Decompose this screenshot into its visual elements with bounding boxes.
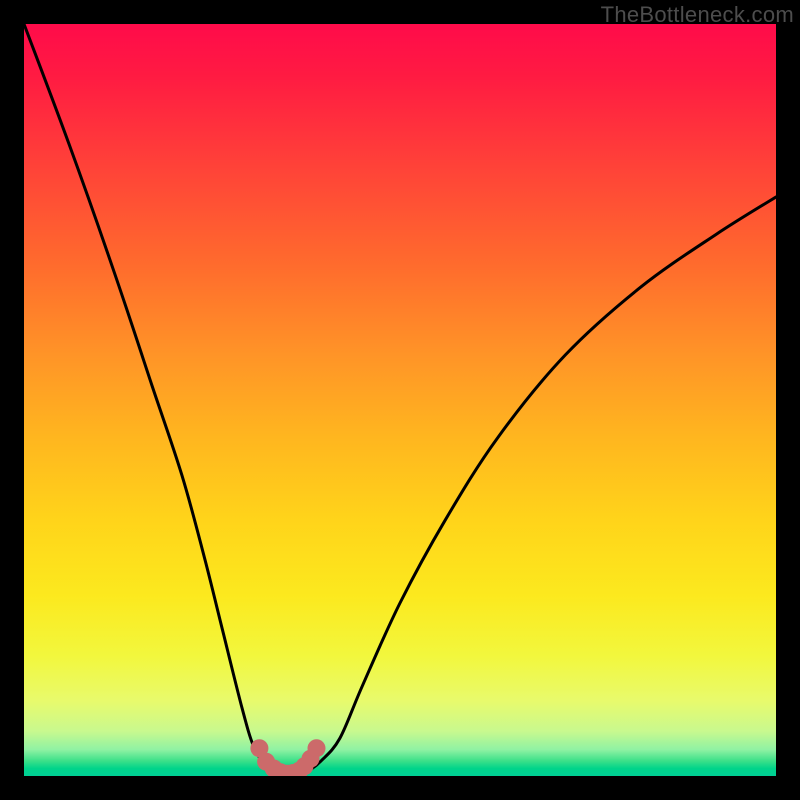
chart-frame [24, 24, 776, 776]
watermark-text: TheBottleneck.com [601, 2, 794, 28]
highlight-dots [250, 739, 325, 776]
highlight-dot [308, 739, 326, 757]
bottleneck-curve [24, 24, 776, 776]
chart-svg [24, 24, 776, 776]
